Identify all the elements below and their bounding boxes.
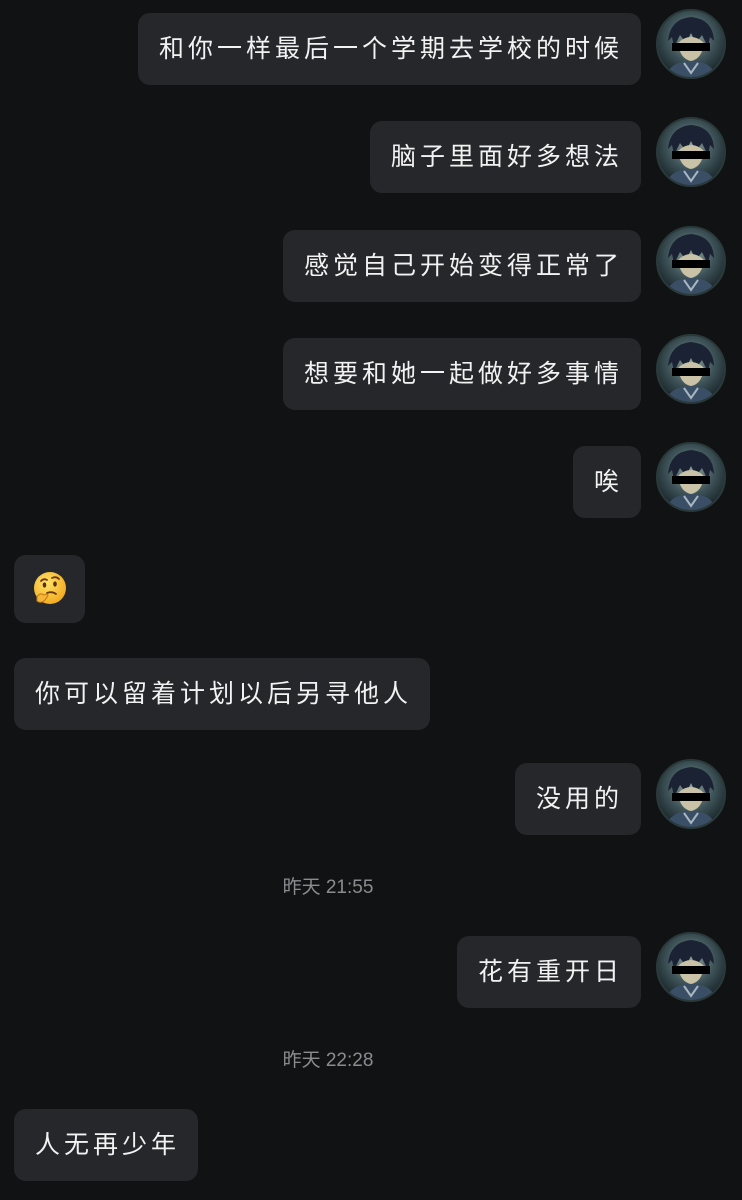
message-bubble-received[interactable]: 你可以留着计划以后另寻他人 [14, 658, 431, 730]
message-bubble-sent[interactable]: 感觉自己开始变得正常了 [282, 230, 641, 302]
message-bubble-sent[interactable]: 和你一样最后一个学期去学校的时候 [137, 13, 641, 85]
message-bubble-sent[interactable]: 脑子里面好多想法 [369, 121, 641, 193]
anime-avatar-censored-icon [658, 934, 724, 1000]
timestamp: 昨天 21:55 [282, 877, 374, 898]
message-bubble-sent[interactable]: 唉 [572, 446, 641, 518]
user-avatar[interactable] [656, 442, 726, 512]
message-bubble-received[interactable]: 人无再少年 [14, 1109, 199, 1181]
anime-avatar-censored-icon [658, 228, 724, 294]
thinking-face-emoji-icon [33, 572, 66, 604]
anime-avatar-censored-icon [658, 761, 724, 827]
message-bubble-received-emoji[interactable] [14, 555, 85, 623]
timestamp: 昨天 22:28 [282, 1050, 374, 1071]
user-avatar[interactable] [656, 932, 726, 1002]
anime-avatar-censored-icon [658, 336, 724, 402]
user-avatar[interactable] [656, 334, 726, 404]
message-bubble-sent[interactable]: 没用的 [514, 763, 641, 835]
anime-avatar-censored-icon [658, 119, 724, 185]
user-avatar[interactable] [656, 117, 726, 187]
message-bubble-sent[interactable]: 花有重开日 [456, 936, 641, 1008]
anime-avatar-censored-icon [658, 444, 724, 510]
user-avatar[interactable] [656, 226, 726, 296]
user-avatar[interactable] [656, 9, 726, 79]
message-bubble-sent[interactable]: 想要和她一起做好多事情 [282, 338, 641, 410]
user-avatar[interactable] [656, 759, 726, 829]
anime-avatar-censored-icon [658, 11, 724, 77]
